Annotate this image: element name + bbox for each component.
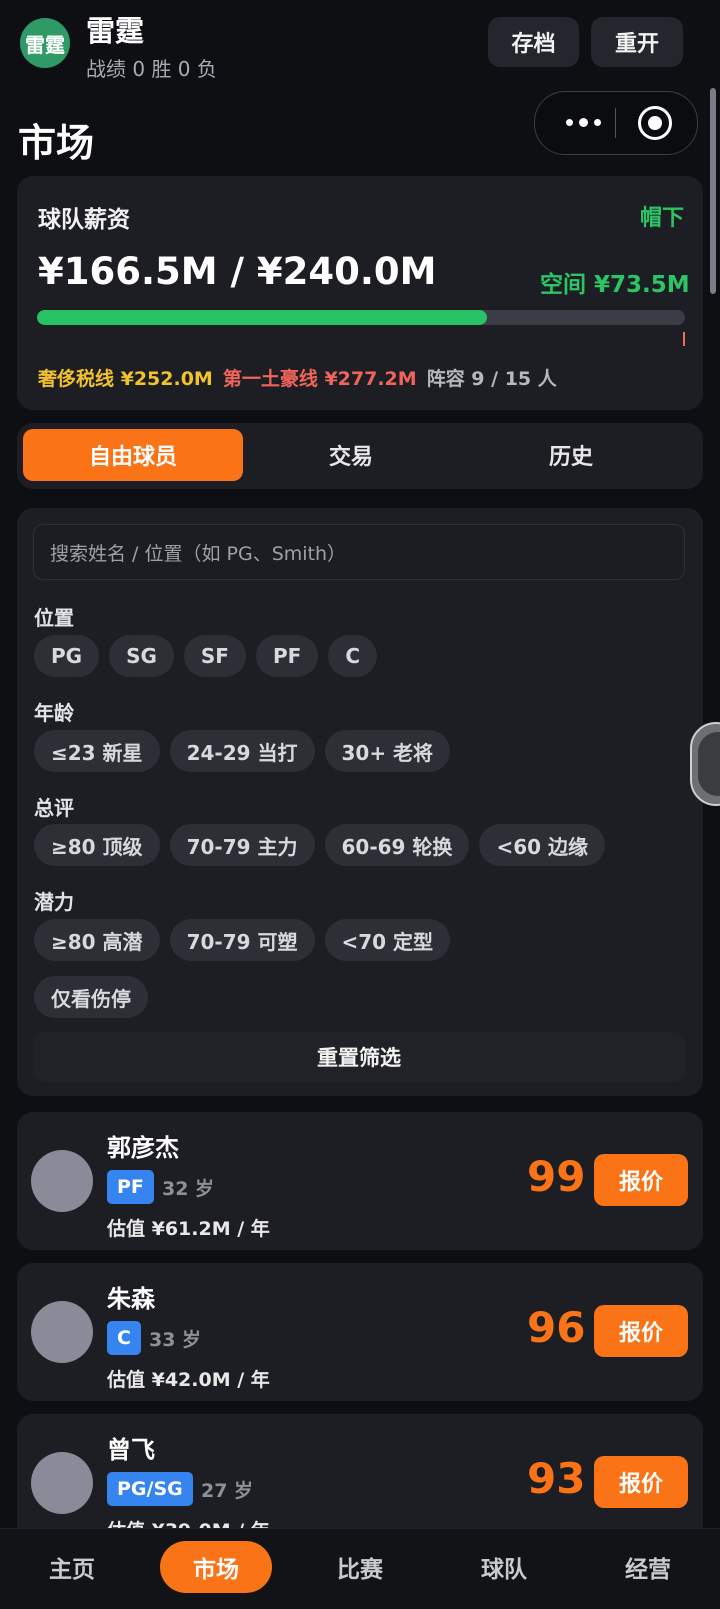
chip-age-young[interactable]: ≤23 新星 bbox=[34, 730, 160, 772]
page-title: 市场 bbox=[18, 121, 95, 165]
salary-progress-bar bbox=[37, 310, 685, 325]
player-valuation: 估值 ¥61.2M / 年 bbox=[107, 1218, 270, 1240]
first-apron-line: 第一土豪线 ¥277.2M bbox=[222, 368, 417, 390]
cap-space: 空间 ¥73.5M bbox=[540, 272, 690, 298]
salary-title: 球队薪资 bbox=[38, 207, 130, 233]
offer-button[interactable]: 报价 bbox=[594, 1305, 688, 1357]
cap-status-badge: 帽下 bbox=[640, 206, 685, 231]
chip-overall-fringe[interactable]: <60 边缘 bbox=[479, 824, 605, 866]
player-name: 郭彦杰 bbox=[107, 1134, 179, 1162]
nav-management[interactable]: 经营 bbox=[600, 1541, 696, 1593]
position-badge: PG/SG bbox=[107, 1472, 193, 1506]
age-filter-label: 年龄 bbox=[34, 701, 74, 725]
player-overall: 99 bbox=[527, 1152, 586, 1201]
player-age: 27 岁 bbox=[201, 1480, 254, 1502]
roster-count: 阵容 9 / 15 人 bbox=[426, 368, 557, 390]
position-filter-label: 位置 bbox=[34, 606, 74, 630]
player-overall: 93 bbox=[527, 1454, 586, 1503]
bottom-nav: 主页 市场 比赛 球队 经营 bbox=[0, 1528, 720, 1609]
player-card[interactable]: 郭彦杰 PF 32 岁 估值 ¥61.2M / 年 99 报价 bbox=[17, 1112, 703, 1250]
chip-position-c[interactable]: C bbox=[328, 635, 377, 677]
payroll-total: ¥166.5M / ¥240.0M bbox=[38, 250, 437, 293]
avatar bbox=[31, 1301, 93, 1363]
tab-trade[interactable]: 交易 bbox=[241, 429, 461, 481]
nav-home[interactable]: 主页 bbox=[24, 1541, 120, 1593]
nav-games[interactable]: 比赛 bbox=[312, 1541, 408, 1593]
overall-filter-label: 总评 bbox=[34, 796, 74, 820]
chip-overall-rotation[interactable]: 60-69 轮换 bbox=[324, 824, 470, 866]
salary-thresholds: 奢侈税线 ¥252.0M 第一土豪线 ¥277.2M 阵容 9 / 15 人 bbox=[38, 364, 557, 391]
market-tabs: 自由球员 交易 历史 bbox=[17, 423, 703, 489]
nav-team[interactable]: 球队 bbox=[456, 1541, 552, 1593]
chip-overall-elite[interactable]: ≥80 顶级 bbox=[34, 824, 160, 866]
offer-button[interactable]: 报价 bbox=[594, 1154, 688, 1206]
offer-button[interactable]: 报价 bbox=[594, 1456, 688, 1508]
target-icon[interactable] bbox=[638, 106, 672, 140]
position-badge: C bbox=[107, 1321, 141, 1355]
mini-program-capsule bbox=[534, 91, 698, 155]
team-record: 战绩 0 胜 0 负 bbox=[86, 57, 217, 81]
luxury-tax-line: 奢侈税线 ¥252.0M bbox=[38, 368, 213, 390]
player-name: 曾飞 bbox=[107, 1436, 155, 1464]
search-input[interactable]: 搜索姓名 / 位置（如 PG、Smith） bbox=[33, 524, 685, 580]
restart-button[interactable]: 重开 bbox=[591, 17, 683, 67]
chip-potential-high[interactable]: ≥80 高潜 bbox=[34, 919, 160, 961]
chip-potential-mid[interactable]: 70-79 可塑 bbox=[169, 919, 315, 961]
tab-free-agents[interactable]: 自由球员 bbox=[23, 429, 243, 481]
player-overall: 96 bbox=[527, 1303, 586, 1352]
reset-filters-button[interactable]: 重置筛选 bbox=[33, 1032, 685, 1082]
save-button[interactable]: 存档 bbox=[488, 17, 579, 67]
chip-age-veteran[interactable]: 30+ 老将 bbox=[324, 730, 451, 772]
more-dots-icon[interactable] bbox=[553, 106, 613, 138]
avatar bbox=[31, 1150, 93, 1212]
scrollbar[interactable] bbox=[710, 88, 716, 294]
player-name: 朱森 bbox=[107, 1285, 155, 1313]
avatar bbox=[31, 1452, 93, 1514]
tab-history[interactable]: 历史 bbox=[461, 429, 681, 481]
player-age: 33 岁 bbox=[149, 1329, 202, 1351]
nav-market[interactable]: 市场 bbox=[160, 1541, 272, 1593]
capsule-divider bbox=[615, 108, 616, 138]
overall-chips: ≥80 顶级 70-79 主力 60-69 轮换 <60 边缘 bbox=[34, 824, 605, 866]
chip-position-pg[interactable]: PG bbox=[34, 635, 100, 677]
chip-age-prime[interactable]: 24-29 当打 bbox=[169, 730, 315, 772]
team-logo: 雷霆 bbox=[20, 18, 70, 68]
age-chips: ≤23 新星 24-29 当打 30+ 老将 bbox=[34, 730, 451, 772]
chip-injured-only[interactable]: 仅看伤停 bbox=[34, 976, 148, 1018]
apron-marker bbox=[683, 332, 685, 346]
potential-chips: ≥80 高潜 70-79 可塑 <70 定型 bbox=[34, 919, 451, 961]
floating-assistant-icon[interactable] bbox=[690, 722, 720, 806]
player-age: 32 岁 bbox=[162, 1178, 215, 1200]
chip-potential-low[interactable]: <70 定型 bbox=[324, 919, 451, 961]
potential-filter-label: 潜力 bbox=[34, 890, 74, 914]
chip-overall-starter[interactable]: 70-79 主力 bbox=[169, 824, 315, 866]
position-chips: PG SG SF PF C bbox=[34, 635, 377, 677]
injury-chips: 仅看伤停 bbox=[34, 976, 148, 1018]
chip-position-sg[interactable]: SG bbox=[109, 635, 174, 677]
team-name: 雷霆 bbox=[86, 14, 145, 48]
chip-position-pf[interactable]: PF bbox=[255, 635, 319, 677]
salary-progress-fill bbox=[37, 310, 487, 325]
position-badge: PF bbox=[107, 1170, 154, 1204]
player-card[interactable]: 朱森 C 33 岁 估值 ¥42.0M / 年 96 报价 bbox=[17, 1263, 703, 1401]
player-valuation: 估值 ¥42.0M / 年 bbox=[107, 1369, 270, 1391]
chip-position-sf[interactable]: SF bbox=[183, 635, 246, 677]
